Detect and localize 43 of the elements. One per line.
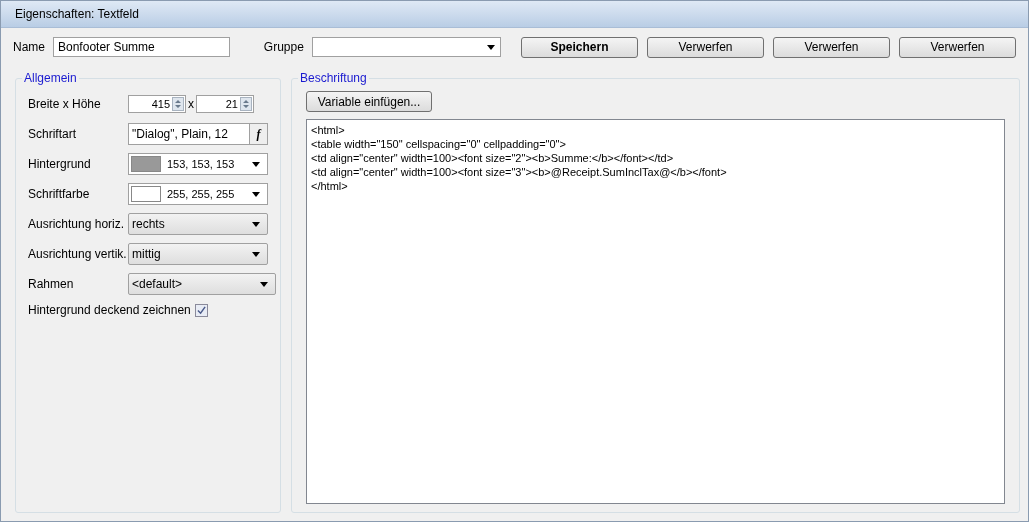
field-label: Ausrichtung vertik. bbox=[28, 247, 128, 261]
group-title: Allgemein bbox=[22, 71, 79, 85]
dropdown[interactable]: mittig bbox=[128, 243, 268, 265]
dropdown[interactable]: <default> bbox=[128, 273, 276, 295]
name-label: Name bbox=[13, 40, 45, 54]
height-spinner[interactable]: 21 bbox=[196, 95, 254, 113]
action-button[interactable]: Speichern bbox=[521, 36, 638, 58]
action-button[interactable]: Verwerfen bbox=[773, 36, 890, 58]
action-button[interactable]: Verwerfen bbox=[899, 36, 1016, 58]
color-dropdown[interactable]: 255, 255, 255 bbox=[128, 183, 268, 205]
field-label: Breite x Höhe bbox=[28, 97, 102, 111]
times-sign: x bbox=[188, 97, 194, 111]
group-label: Gruppe bbox=[263, 40, 304, 54]
name-field[interactable]: Bonfooter Summe bbox=[53, 37, 230, 57]
color-dropdown[interactable]: 153, 153, 153 bbox=[128, 153, 268, 175]
dropdown-arrow-icon bbox=[252, 221, 260, 227]
code-line: <td align="center" width=100><font size="3"><b>@Receipt.SumInclTax@</b></font> bbox=[311, 165, 728, 179]
field-label: Hintergrund bbox=[28, 157, 92, 171]
code-line: <td align="center" width=100><font size="2"><b>Summe:</b></font></td> bbox=[311, 151, 675, 165]
dropdown[interactable]: rechts bbox=[128, 213, 268, 235]
font-field[interactable]: "Dialog", Plain, 12 f bbox=[128, 123, 268, 145]
dropdown-arrow-icon bbox=[252, 161, 260, 167]
html-editor[interactable] bbox=[306, 119, 1005, 504]
group-title: Beschriftung bbox=[298, 71, 369, 85]
action-button[interactable]: Verwerfen bbox=[647, 36, 764, 58]
field-label: Rahmen bbox=[28, 277, 75, 291]
insert-variable-button[interactable]: Variable einfügen... bbox=[306, 91, 432, 112]
code-line: <html> bbox=[311, 123, 346, 137]
dropdown-arrow-icon bbox=[252, 191, 260, 197]
dropdown-arrow-icon bbox=[252, 251, 260, 257]
field-label: Ausrichtung horiz. bbox=[28, 217, 126, 231]
group-dropdown[interactable] bbox=[311, 37, 501, 57]
code-line: </html> bbox=[311, 179, 349, 193]
dropdown-arrow-icon bbox=[260, 281, 268, 287]
dropdown-arrow-icon bbox=[487, 44, 495, 50]
window-title: Eigenschaften: Textfeld bbox=[15, 7, 139, 21]
checkbox[interactable] bbox=[194, 303, 208, 317]
checkbox-label: Hintergrund deckend zeichnen bbox=[28, 303, 191, 317]
code-line: <table width="150" cellspacing="0" cellpadding="0"> bbox=[311, 137, 567, 151]
width-spinner[interactable]: 415 bbox=[128, 95, 186, 113]
field-label: Schriftfarbe bbox=[28, 187, 91, 201]
font-button[interactable]: f bbox=[249, 124, 267, 144]
field-label: Schriftart bbox=[28, 127, 77, 141]
